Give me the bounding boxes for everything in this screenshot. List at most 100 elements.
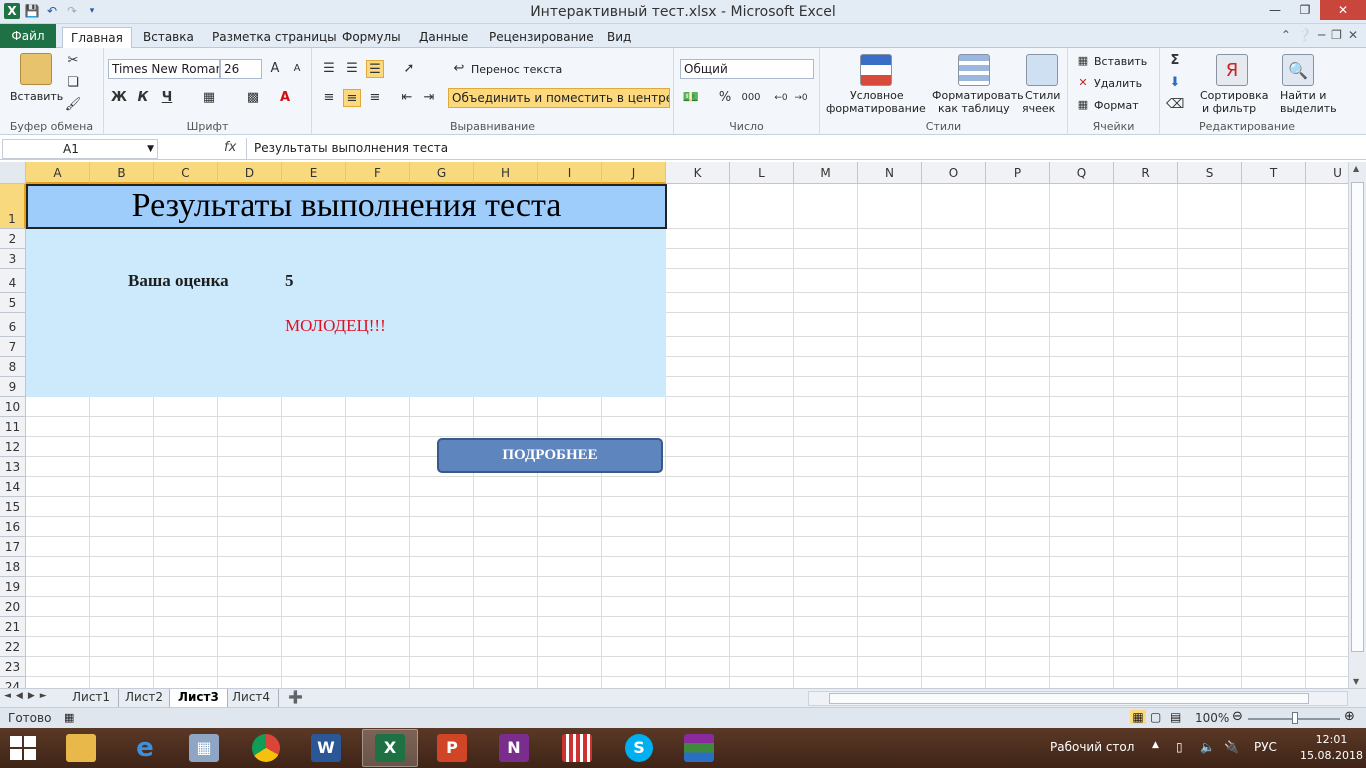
- italic-button[interactable]: К: [134, 89, 152, 107]
- autosum-icon[interactable]: Σ: [1166, 52, 1184, 70]
- column-header[interactable]: C: [154, 162, 218, 184]
- tab-home[interactable]: Главная: [62, 27, 132, 49]
- network-icon[interactable]: ▯: [1176, 740, 1183, 754]
- column-header[interactable]: O: [922, 162, 986, 184]
- delete-cells-button[interactable]: Удалить: [1094, 77, 1142, 90]
- paste-icon[interactable]: [20, 53, 52, 85]
- page-layout-view-icon[interactable]: ▢: [1150, 710, 1161, 724]
- insert-function-button[interactable]: fx: [224, 140, 236, 155]
- row-header[interactable]: 21: [0, 617, 26, 637]
- tab-page-layout[interactable]: Разметка страницы: [204, 27, 345, 48]
- align-right-icon[interactable]: ≡: [366, 89, 384, 107]
- clear-icon[interactable]: ⌫: [1166, 96, 1184, 114]
- horizontal-scrollbar[interactable]: [808, 691, 1348, 706]
- select-all-corner[interactable]: [0, 162, 26, 184]
- format-cells-button[interactable]: Формат: [1094, 99, 1139, 112]
- row-header[interactable]: 9: [0, 377, 26, 397]
- conditional-format-label-1[interactable]: Условное: [850, 89, 904, 102]
- row-header[interactable]: 17: [0, 537, 26, 557]
- column-header[interactable]: N: [858, 162, 922, 184]
- row-header[interactable]: 7: [0, 337, 26, 357]
- column-header[interactable]: D: [218, 162, 282, 184]
- row-header[interactable]: 11: [0, 417, 26, 437]
- row-header[interactable]: 24: [0, 677, 26, 688]
- customize-qat-icon[interactable]: ▾: [84, 3, 100, 19]
- borders-icon[interactable]: ▦: [200, 89, 218, 107]
- tab-view[interactable]: Вид: [599, 27, 639, 48]
- doc-close-icon[interactable]: ✕: [1348, 28, 1358, 42]
- font-name-select[interactable]: Times New Roman: [108, 59, 220, 79]
- column-header[interactable]: L: [730, 162, 794, 184]
- name-box[interactable]: A1 ▼: [2, 139, 158, 159]
- sheet-tab-3[interactable]: Лист3: [169, 689, 228, 707]
- restore-button[interactable]: ❐: [1290, 0, 1320, 20]
- font-size-select[interactable]: 26: [220, 59, 262, 79]
- fill-color-icon[interactable]: ▩: [244, 89, 262, 107]
- merge-center-button[interactable]: Объединить и поместить в центре: [448, 88, 670, 108]
- column-header[interactable]: Q: [1050, 162, 1114, 184]
- redo-icon[interactable]: ↷: [64, 3, 80, 19]
- number-format-select[interactable]: Общий: [680, 59, 814, 79]
- help-icon[interactable]: ❔: [1297, 28, 1312, 42]
- taskbar-pdf[interactable]: [549, 729, 605, 767]
- row-header[interactable]: 3: [0, 249, 26, 269]
- title-cell-a1[interactable]: Результаты выполнения теста: [26, 184, 667, 229]
- taskbar-word[interactable]: W: [298, 729, 354, 767]
- chevron-down-icon[interactable]: ▼: [147, 140, 154, 158]
- normal-view-icon[interactable]: ▦: [1130, 710, 1146, 724]
- row-header[interactable]: 16: [0, 517, 26, 537]
- increase-indent-icon[interactable]: ⇥: [420, 89, 438, 107]
- sheet-tab-4[interactable]: Лист4: [224, 689, 280, 707]
- column-header[interactable]: F: [346, 162, 410, 184]
- conditional-format-icon[interactable]: [860, 54, 892, 86]
- zoom-out-icon[interactable]: ⊖: [1232, 709, 1243, 724]
- tab-insert[interactable]: Вставка: [135, 27, 202, 48]
- thousands-button[interactable]: 000: [738, 89, 764, 107]
- row-header[interactable]: 10: [0, 397, 26, 417]
- scroll-down-icon[interactable]: ▼: [1353, 677, 1359, 686]
- page-break-view-icon[interactable]: ▤: [1170, 710, 1181, 724]
- align-bottom-icon[interactable]: ☰: [366, 60, 384, 78]
- taskbar-onenote[interactable]: N: [486, 729, 542, 767]
- shrink-font-icon[interactable]: A: [288, 60, 306, 78]
- sort-filter-label-2[interactable]: и фильтр: [1202, 102, 1256, 115]
- volume-icon[interactable]: 🔈: [1200, 740, 1215, 754]
- collapse-ribbon-icon[interactable]: ⌃: [1281, 28, 1291, 42]
- format-as-table-label-2[interactable]: как таблицу: [938, 102, 1010, 115]
- cell-styles-label-1[interactable]: Стили: [1025, 89, 1060, 102]
- wrap-text-button[interactable]: Перенос текста: [471, 63, 562, 76]
- tab-file[interactable]: Файл: [0, 24, 56, 48]
- find-select-icon[interactable]: 🔍: [1282, 54, 1314, 86]
- sheet-nav-arrows[interactable]: ◄◀▶►: [4, 691, 52, 701]
- column-header[interactable]: B: [90, 162, 154, 184]
- find-select-label-2[interactable]: выделить: [1280, 102, 1337, 115]
- conditional-format-label-2[interactable]: форматирование: [826, 102, 926, 115]
- cell-styles-icon[interactable]: [1026, 54, 1058, 86]
- sort-filter-icon[interactable]: Я: [1216, 54, 1248, 86]
- scroll-up-icon[interactable]: ▲: [1353, 164, 1359, 173]
- language-indicator[interactable]: РУС: [1254, 740, 1277, 754]
- zoom-level[interactable]: 100%: [1195, 711, 1229, 725]
- sheet-tab-2[interactable]: Лист2: [117, 689, 173, 707]
- details-button[interactable]: ПОДРОБНЕЕ: [437, 438, 663, 473]
- align-top-icon[interactable]: ☰: [320, 60, 338, 78]
- row-header[interactable]: 2: [0, 229, 26, 249]
- row-header[interactable]: 6: [0, 313, 26, 337]
- undo-icon[interactable]: ↶: [44, 3, 60, 19]
- column-header[interactable]: J: [602, 162, 666, 184]
- column-header[interactable]: G: [410, 162, 474, 184]
- minimize-button[interactable]: —: [1260, 0, 1290, 20]
- grade-value-cell[interactable]: 5: [285, 271, 294, 291]
- message-cell[interactable]: МОЛОДЕЦ!!!: [285, 316, 386, 336]
- grade-label-cell[interactable]: Ваша оценка: [128, 271, 229, 291]
- column-header[interactable]: M: [794, 162, 858, 184]
- format-as-table-label-1[interactable]: Форматировать: [932, 89, 1024, 102]
- taskbar-winrar[interactable]: [671, 729, 727, 767]
- worksheet-grid[interactable]: A B C D E F G H I J K L M N O P Q R S T U 1 2 3 4 5 6 7 8 9 10 11 12 13 14…: [0, 162, 1348, 688]
- decrease-decimal-icon[interactable]: →0: [792, 89, 810, 107]
- cut-icon[interactable]: ✂: [64, 52, 82, 70]
- copy-icon[interactable]: ❏: [64, 74, 82, 92]
- cell-styles-label-2[interactable]: ячеек: [1022, 102, 1055, 115]
- clock[interactable]: 12:01 15.08.2018: [1300, 732, 1363, 764]
- row-header[interactable]: 4: [0, 269, 26, 293]
